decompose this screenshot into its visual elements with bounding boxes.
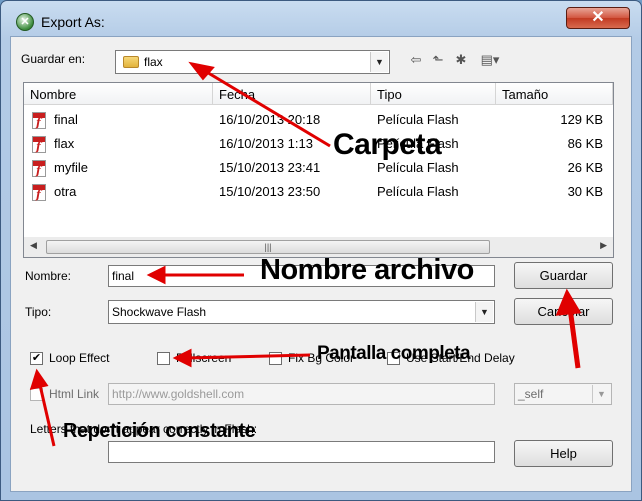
name-label: Nombre: (25, 269, 72, 283)
file-type-dropdown[interactable]: Shockwave Flash ▼ (108, 300, 495, 324)
html-link-input[interactable]: http://www.goldshell.com (108, 383, 495, 405)
link-target-dropdown[interactable]: _self ▼ (514, 383, 612, 405)
file-name: final (54, 112, 78, 127)
close-button[interactable]: ✕ (566, 7, 630, 29)
flash-file-icon (32, 184, 46, 201)
file-type: Película Flash (377, 160, 459, 175)
fullscreen-label: Fullscreen (176, 351, 232, 365)
link-target-value: _self (518, 387, 544, 401)
file-type: Película Flash (377, 112, 459, 127)
file-date: 16/10/2013 20:18 (219, 112, 321, 127)
file-row[interactable]: final 16/10/2013 20:18 Película Flash 12… (24, 109, 613, 133)
back-icon[interactable]: ⇦ (407, 52, 425, 68)
save-button[interactable]: Guardar (514, 262, 613, 289)
cancel-button[interactable]: Cancelar (514, 298, 613, 325)
title-bar[interactable]: ✕ Export As: ✕ (1, 1, 641, 35)
chevron-down-icon[interactable]: ▼ (592, 385, 610, 403)
loop-effect-label: Loop Effect (49, 351, 110, 365)
chevron-down-icon[interactable]: ▼ (475, 302, 493, 322)
file-date: 16/10/2013 1:13 (219, 136, 313, 151)
flash-file-icon (32, 112, 46, 129)
loop-effect-checkbox[interactable]: ✔ (30, 352, 43, 365)
html-link-label: Html Link (49, 387, 100, 401)
save-in-value: flax (144, 55, 163, 69)
scroll-right-icon[interactable]: ▶ (600, 240, 607, 251)
letters-input[interactable] (108, 441, 495, 463)
file-size: 30 KB (567, 184, 603, 199)
up-folder-icon[interactable]: ⬑ (429, 52, 447, 68)
file-size: 26 KB (567, 160, 603, 175)
file-date: 15/10/2013 23:41 (219, 160, 321, 175)
scroll-left-icon[interactable]: ◀ (30, 240, 37, 251)
scroll-thumb[interactable]: ||| (46, 240, 490, 254)
annotation-fullscreen: Pantalla completa (317, 343, 471, 364)
fix-bg-color-checkbox[interactable] (269, 352, 282, 365)
file-name: myfile (54, 160, 88, 175)
folder-icon (123, 56, 139, 68)
file-row[interactable]: flax 16/10/2013 1:13 Película Flash 86 K… (24, 133, 613, 157)
save-in-dropdown[interactable]: flax ▼ (115, 50, 390, 74)
chevron-down-icon[interactable]: ▼ (370, 52, 388, 72)
save-in-label: Guardar en: (21, 52, 86, 66)
window-title: Export As: (41, 14, 105, 30)
flash-file-icon (32, 160, 46, 177)
file-name: otra (54, 184, 77, 199)
type-label: Tipo: (25, 305, 52, 319)
column-header-size[interactable]: Tamaño (496, 83, 613, 105)
flash-file-icon (32, 136, 46, 153)
annotation-loop: Repetición constante (63, 420, 256, 442)
help-button[interactable]: Help (514, 440, 613, 467)
annotation-folder: Carpeta (333, 128, 442, 161)
fullscreen-checkbox[interactable] (157, 352, 170, 365)
file-date: 15/10/2013 23:50 (219, 184, 321, 199)
file-size: 129 KB (560, 112, 603, 127)
column-header-name[interactable]: Nombre (24, 83, 213, 105)
file-size: 86 KB (567, 136, 603, 151)
html-link-checkbox[interactable] (30, 388, 43, 401)
file-type: Película Flash (377, 184, 459, 199)
column-header-type[interactable]: Tipo (371, 83, 496, 105)
file-name: flax (54, 136, 75, 151)
file-row[interactable]: otra 15/10/2013 23:50 Película Flash 30 … (24, 181, 613, 205)
views-menu-icon[interactable]: ▤▾ (475, 52, 505, 68)
file-list[interactable]: Nombre Fecha Tipo Tamaño final 16/10/201… (23, 82, 614, 258)
file-row[interactable]: myfile 15/10/2013 23:41 Película Flash 2… (24, 157, 613, 181)
app-icon: ✕ (16, 13, 34, 31)
file-type-value: Shockwave Flash (112, 305, 207, 319)
annotation-filename: Nombre archivo (260, 254, 474, 286)
column-header-date[interactable]: Fecha (213, 83, 371, 105)
new-folder-icon[interactable]: ✱ (452, 52, 470, 68)
